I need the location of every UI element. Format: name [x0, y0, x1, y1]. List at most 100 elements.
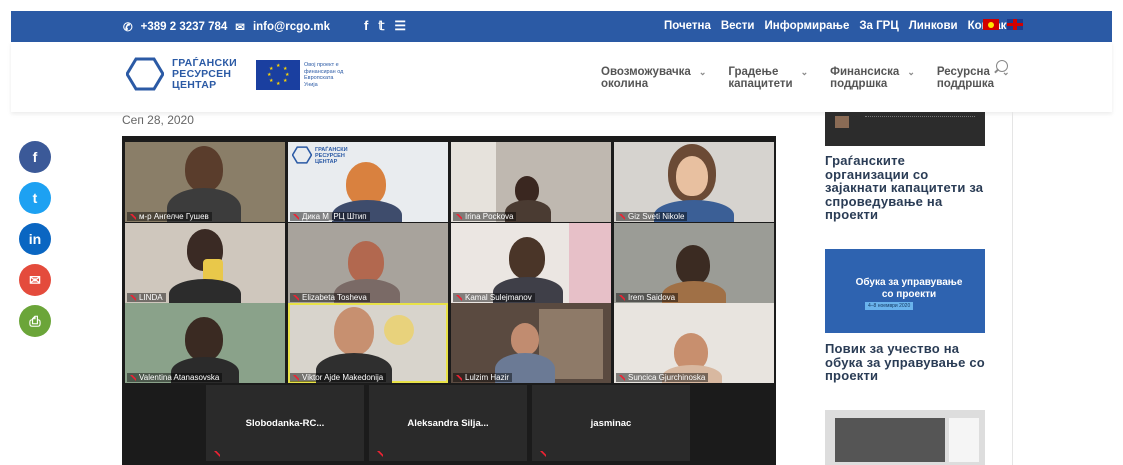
nav-label: Градење [728, 66, 779, 78]
nav-enabling-environment[interactable]: Овозможувачка околина ⌄ [601, 66, 706, 90]
participant-name: Slobodanka-RC... [245, 417, 325, 429]
participant-name: Irem Saidova [616, 293, 679, 302]
top-menu: Почетна Вести Информирање За ГРЦ Линкови… [664, 20, 1012, 32]
nav-label: поддршка [830, 78, 888, 90]
contact-info: ✆ +389 2 3237 784 ✉ info@rcgo.mk [123, 20, 330, 34]
main-nav: Овозможувачка околина ⌄ Градење капацитети… [601, 66, 1010, 90]
muted-mic-icon [214, 451, 220, 457]
participant-tile-camera-off: jasminac [532, 385, 690, 461]
nav-label: капацитети [728, 78, 793, 90]
eu-funding-text: Овој проект е финансиран од Европската У… [304, 62, 344, 88]
rss-icon[interactable]: ☰ [394, 18, 406, 34]
print-button[interactable]: ⎙ [19, 305, 51, 337]
participant-tile: Irem Saidova [614, 223, 774, 303]
nav-label: Финансиска [830, 66, 900, 78]
nav-label: Ресурсна [936, 66, 990, 78]
facebook-icon: f [32, 149, 38, 165]
tile-logo-line: ЦЕНТАР [315, 159, 338, 165]
participant-tile: Kamal Sulejmanov [451, 223, 611, 303]
participant-name: Lulzim Hazir [453, 373, 513, 382]
participant-tile: Giz Sveti Nikole [614, 142, 774, 222]
hexagon-logo-icon [292, 146, 312, 164]
phone-icon: ✆ [123, 22, 133, 34]
participant-name: Elizabeta Tosheva [290, 293, 370, 302]
eu-flag-icon: ★ ★ ★ ★ ★ ★ ★ ★ [256, 60, 300, 90]
twitter-icon: t [32, 190, 38, 206]
search-icon[interactable] [996, 60, 1008, 72]
participant-name: jasminac [590, 417, 632, 429]
eu-funding-badge: ★ ★ ★ ★ ★ ★ ★ ★ Овој проект е финансиран од … [256, 60, 348, 90]
nav-label: Овозможувачка [601, 66, 691, 78]
muted-mic-icon [377, 451, 383, 457]
participant-tile: Irina Pockova [451, 142, 611, 222]
post-date: Сеп 28, 2020 [122, 113, 194, 127]
logo-line-3: ЦЕНТАР [172, 78, 217, 91]
muted-mic-icon [540, 451, 546, 457]
logo-line-2: РЕСУРСЕН [172, 67, 232, 80]
banner-title: Обука за управување со проекти [855, 277, 963, 300]
nav-label: поддршка [936, 78, 995, 90]
print-icon: ⎙ [29, 312, 41, 329]
banner-date: 4–8 ноември 2020 [865, 302, 914, 310]
chevron-down-icon: ⌄ [800, 67, 809, 77]
share-buttons: f t in ✉ ⎙ [19, 141, 51, 337]
facebook-share-button[interactable]: f [19, 141, 51, 173]
nav-label: околина [601, 78, 649, 90]
participant-tile: LINDA [125, 223, 285, 303]
participant-name: Irina Pockova [453, 212, 517, 221]
top-menu-news[interactable]: Вести [721, 20, 755, 32]
nav-capacity-building[interactable]: Градење капацитети ⌄ [728, 66, 808, 90]
tile-logo-text: ГРАЃАНСКИ РЕСУРСЕН ЦЕНТАР [315, 147, 348, 165]
participant-tile: ГРАЃАНСКИ РЕСУРСЕН ЦЕНТАР Дика М_РЦ Штип [288, 142, 448, 222]
related-post-thumbnail[interactable] [825, 410, 985, 465]
participant-name: Giz Sveti Nikole [616, 212, 688, 221]
linkedin-icon: in [28, 231, 42, 247]
nav-financial-support[interactable]: Финансиска поддршка ⌄ [830, 66, 915, 90]
participant-tile: Suncica Gjurchinoska [614, 303, 774, 383]
top-menu-information[interactable]: Информирање [765, 20, 850, 32]
related-post-title[interactable]: Повик за учество на обука за управување … [825, 342, 990, 383]
facebook-icon[interactable]: f [364, 18, 368, 34]
top-bar: ✆ +389 2 3237 784 ✉ info@rcgo.mk f 𝕥 ☰ П… [11, 11, 1112, 42]
participant-name: LINDA [127, 293, 166, 302]
top-menu-links[interactable]: Линкови [909, 20, 958, 32]
participant-tile-active-speaker: Viktor Ajde Makedonija [288, 303, 448, 383]
participant-name: Aleksandra Silja... [407, 417, 489, 429]
linkedin-share-button[interactable]: in [19, 223, 51, 255]
logo-line-1: ГРАЃАНСКИ [172, 56, 237, 69]
participant-tile: Lulzim Hazir [451, 303, 611, 383]
participant-name: м-р Ангелче Гушев [127, 212, 212, 221]
participant-name: Дика М_РЦ Штип [290, 212, 370, 221]
phone-number[interactable]: +389 2 3237 784 [141, 21, 228, 33]
email-icon: ✉ [235, 22, 245, 34]
email-address[interactable]: info@rcgo.mk [253, 21, 330, 33]
email-share-button[interactable]: ✉ [19, 264, 51, 296]
top-menu-home[interactable]: Почетна [664, 20, 711, 32]
participant-tile: Elizabeta Tosheva [288, 223, 448, 303]
english-flag-icon[interactable] [1007, 19, 1023, 30]
twitter-icon[interactable]: 𝕥 [378, 18, 384, 34]
macedonian-flag-icon[interactable] [983, 19, 999, 30]
participant-tile: м-р Ангелче Гушев [125, 142, 285, 222]
site-logo[interactable]: ГРАЃАНСКИ РЕСУРСЕН ЦЕНТАР [126, 57, 237, 91]
chevron-down-icon: ⌄ [907, 67, 915, 77]
participant-name: Valentina Atanasovska [127, 373, 223, 382]
logo-text: ГРАЃАНСКИ РЕСУРСЕН ЦЕНТАР [172, 56, 237, 91]
zoom-meeting-photo: м-р Ангелче Гушев ГРАЃАНСКИ РЕСУРСЕН ЦЕН… [122, 136, 776, 465]
top-menu-about[interactable]: За ГРЦ [859, 20, 898, 32]
related-post-title[interactable]: Граѓанските организации со зајакнати кап… [825, 154, 990, 222]
chevron-down-icon: ⌄ [698, 67, 707, 77]
email-icon: ✉ [29, 271, 41, 288]
participant-tile: Valentina Atanasovska [125, 303, 285, 383]
language-switcher [983, 19, 1023, 30]
twitter-share-button[interactable]: t [19, 182, 51, 214]
participant-tile-camera-off: Aleksandra Silja... [369, 385, 527, 461]
main-header: ГРАЃАНСКИ РЕСУРСЕН ЦЕНТАР ★ ★ ★ ★ ★ ★ ★ ★ Ов… [11, 42, 1112, 112]
related-post-thumbnail[interactable] [825, 112, 985, 146]
participant-name: Kamal Sulejmanov [453, 293, 535, 302]
hexagon-logo-icon [126, 57, 164, 91]
participant-name: Viktor Ajde Makedonija [290, 373, 387, 382]
participant-tile-camera-off: Slobodanka-RC... [206, 385, 364, 461]
training-banner-image[interactable]: Обука за управување со проекти 4–8 ноемв… [825, 249, 985, 333]
participant-name: Suncica Gjurchinoska [616, 373, 709, 382]
